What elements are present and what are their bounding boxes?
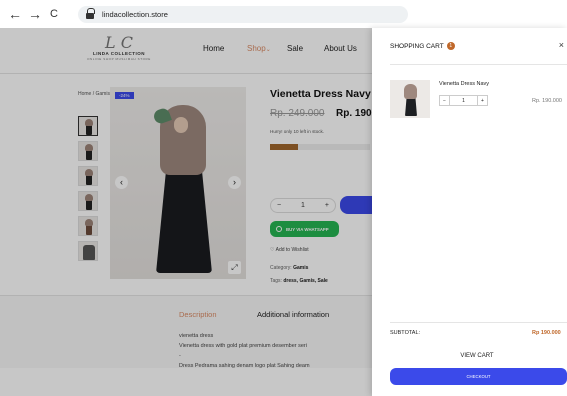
divider [390,64,567,65]
lock-icon [86,7,95,19]
checkout-button[interactable]: CHECKOUT [390,368,567,385]
cart-qty-plus-button[interactable]: + [477,96,487,105]
cart-count-badge: 1 [446,42,455,50]
divider [390,322,567,323]
back-button[interactable]: ← [8,7,22,21]
view-cart-button[interactable]: VIEW CART [432,353,522,359]
forward-button[interactable]: → [28,7,42,21]
browser-toolbar: ← → C lindacollection.store [0,0,567,28]
cart-qty-value[interactable]: 1 [450,98,477,104]
cart-qty-minus-button[interactable]: − [440,96,450,105]
cart-item-quantity-stepper[interactable]: − 1 + [439,95,488,106]
url-text: lindacollection.store [102,10,168,19]
cart-item-image[interactable] [390,80,430,118]
cart-item-name[interactable]: Vienetta Dress Navy [439,81,489,87]
subtotal-label: SUBTOTAL: [390,330,421,336]
close-icon[interactable]: × [559,40,564,50]
subtotal-value: Rp 190.000 [532,330,561,336]
cart-title: SHOPPING CART [390,42,444,50]
cart-item-price: Rp. 190.000 [532,98,562,104]
cart-header: SHOPPING CART 1 [390,42,455,50]
shopping-cart-drawer: SHOPPING CART 1 × Vienetta Dress Navy − … [372,28,567,396]
reload-button[interactable]: C [48,8,60,20]
address-bar[interactable]: lindacollection.store [78,6,408,23]
